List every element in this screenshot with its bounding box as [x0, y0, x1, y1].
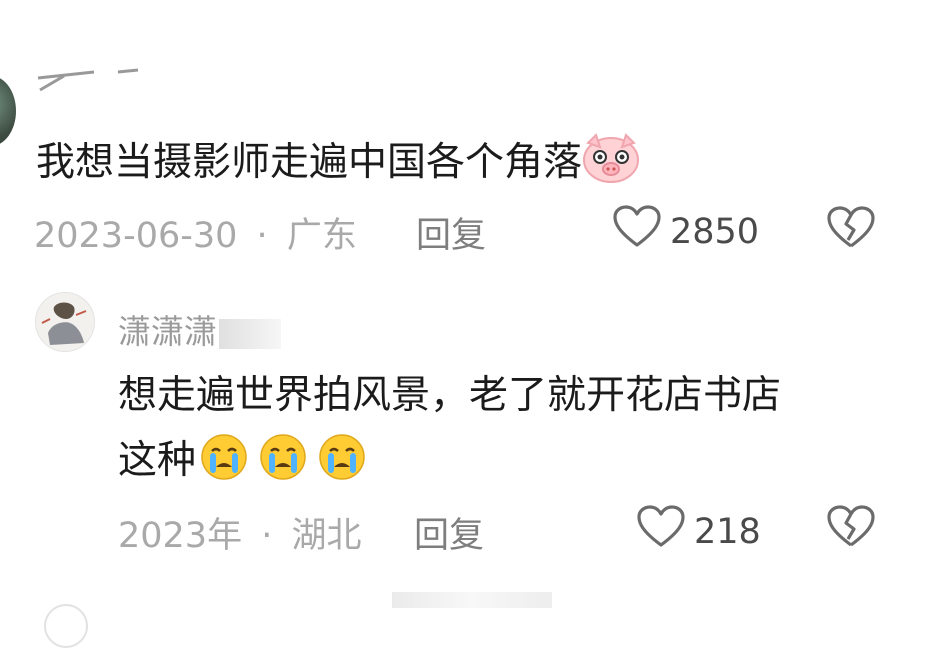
reply-button[interactable]: 回复	[414, 507, 484, 558]
comment-text: 我想当摄影师走遍中国各个角落	[36, 133, 640, 195]
like-count: 2850	[670, 211, 760, 252]
like-count: 218	[694, 511, 761, 552]
broken-heart-icon	[826, 505, 876, 553]
comment-meta: 2023-06-30 · 广东	[34, 207, 357, 258]
comment-date: 2023-06-30	[34, 216, 238, 256]
pig-face-emoji	[582, 133, 640, 195]
reply-button[interactable]: 回复	[416, 207, 486, 258]
dislike-button[interactable]	[826, 505, 876, 553]
comment-date: 2023年	[118, 516, 243, 556]
avatar[interactable]	[35, 292, 95, 352]
comment-meta: 2023年 · 湖北	[118, 507, 362, 558]
comment-location: 广东	[286, 216, 357, 256]
dislike-button[interactable]	[826, 206, 876, 254]
watermark	[392, 592, 552, 608]
avatar[interactable]	[0, 76, 16, 146]
username-fade	[219, 318, 281, 349]
like-button[interactable]: 218	[636, 505, 761, 558]
faded-username	[34, 60, 144, 108]
comment-text-line: 这种	[118, 431, 370, 493]
avatar[interactable]	[44, 604, 88, 648]
comment-text-line: 想走遍世界拍风景，老了就开花店书店	[118, 373, 782, 418]
crying-face-emoji	[196, 431, 370, 493]
like-button[interactable]: 2850	[612, 205, 759, 258]
heart-icon	[636, 505, 686, 558]
broken-heart-icon	[826, 206, 876, 254]
separator: ·	[261, 516, 273, 556]
heart-icon	[612, 205, 662, 258]
separator: ·	[256, 216, 268, 256]
username[interactable]: 潇潇潇	[118, 305, 281, 353]
comment-location: 湖北	[291, 516, 362, 556]
